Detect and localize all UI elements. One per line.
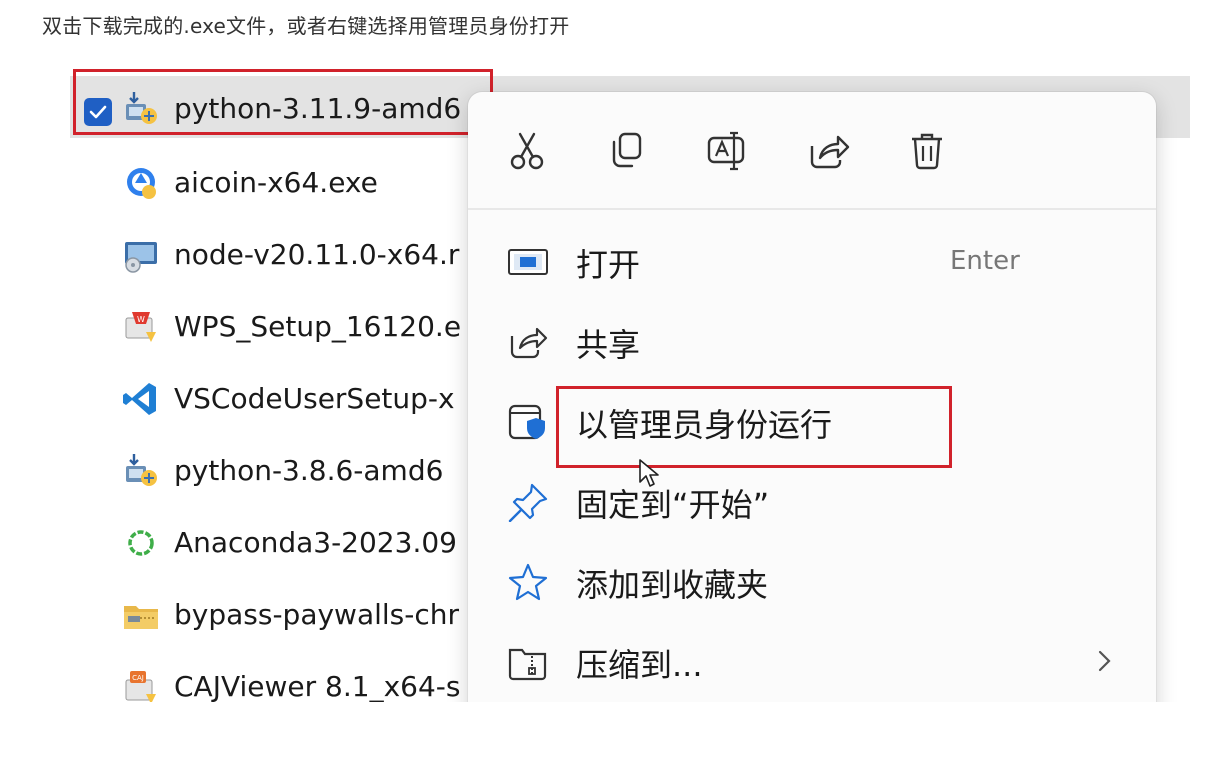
menu-item-pin-to-start[interactable]: 固定到“开始” bbox=[468, 462, 1156, 542]
share-icon[interactable] bbox=[804, 128, 850, 174]
selected-file-highlight-box bbox=[73, 69, 493, 135]
file-row-node[interactable]: node-v20.11.0-x64.r bbox=[70, 224, 480, 284]
menu-item-open[interactable]: 打开 Enter bbox=[468, 222, 1156, 302]
archive-icon bbox=[122, 596, 160, 634]
menu-item-share[interactable]: 共享 bbox=[468, 302, 1156, 382]
menu-item-label: 打开 bbox=[576, 246, 641, 284]
file-row-bypass-paywalls[interactable]: bypass-paywalls-chr bbox=[70, 584, 480, 644]
menu-item-label: 添加到收藏夹 bbox=[576, 566, 769, 604]
file-row-aicoin[interactable]: aicoin-x64.exe bbox=[70, 152, 480, 212]
file-name: node-v20.11.0-x64.r bbox=[174, 238, 460, 271]
menu-item-label: 固定到“开始” bbox=[576, 486, 770, 524]
file-list: python-3.11.9-amd6 aicoin-x64.exe node-v… bbox=[70, 66, 480, 702]
file-name: aicoin-x64.exe bbox=[174, 166, 378, 199]
menu-item-shortcut: Enter bbox=[950, 246, 1020, 276]
copy-icon[interactable] bbox=[604, 128, 650, 174]
rename-icon[interactable] bbox=[704, 128, 750, 174]
star-icon bbox=[506, 562, 550, 602]
explorer-screenshot: python-3.11.9-amd6 aicoin-x64.exe node-v… bbox=[70, 66, 1190, 702]
menu-item-label: 共享 bbox=[576, 326, 641, 364]
menu-item-add-to-favorites[interactable]: 添加到收藏夹 bbox=[468, 542, 1156, 622]
svg-text:CAJ: CAJ bbox=[132, 674, 144, 682]
svg-text:W: W bbox=[137, 315, 145, 324]
mouse-cursor-icon bbox=[638, 458, 660, 488]
aicoin-icon bbox=[122, 164, 160, 202]
file-row-vscode[interactable]: VSCodeUserSetup-x bbox=[70, 368, 480, 428]
delete-icon[interactable] bbox=[904, 128, 950, 174]
file-name: WPS_Setup_16120.e bbox=[174, 310, 462, 343]
instruction-caption: 双击下载完成的.exe文件，或者右键选择用管理员身份打开 bbox=[42, 14, 570, 38]
file-row-python-3-8-6[interactable]: python-3.8.6-amd6 bbox=[70, 440, 480, 500]
anaconda-icon bbox=[122, 524, 160, 562]
vscode-icon bbox=[122, 380, 160, 418]
menu-item-label: 压缩到... bbox=[576, 646, 703, 684]
run-as-admin-highlight-box bbox=[556, 386, 952, 468]
admin-shield-icon bbox=[506, 402, 550, 442]
menu-item-compress-to[interactable]: 压缩到... bbox=[468, 622, 1156, 702]
cajviewer-icon: CAJ bbox=[122, 668, 160, 702]
file-name: Anaconda3-2023.09 bbox=[174, 526, 457, 559]
wps-icon: W bbox=[122, 308, 160, 346]
node-installer-icon bbox=[122, 236, 160, 274]
file-name: VSCodeUserSetup-x bbox=[174, 382, 455, 415]
pin-icon bbox=[506, 482, 550, 523]
context-menu-toolbar bbox=[468, 92, 1156, 210]
context-menu: 打开 Enter 共享 以管理员身份运行 固定到“开始” 添加到收藏夹 压缩到.… bbox=[468, 92, 1156, 702]
file-row-cajviewer[interactable]: CAJ CAJViewer 8.1_x64-s bbox=[70, 656, 480, 702]
chevron-right-icon bbox=[1094, 646, 1116, 676]
file-name: python-3.8.6-amd6 bbox=[174, 454, 444, 487]
cut-icon[interactable] bbox=[504, 128, 550, 174]
file-name: CAJViewer 8.1_x64-s bbox=[174, 670, 461, 702]
file-row-anaconda[interactable]: Anaconda3-2023.09 bbox=[70, 512, 480, 572]
file-row-wps[interactable]: W WPS_Setup_16120.e bbox=[70, 296, 480, 356]
open-icon bbox=[506, 242, 550, 282]
share-icon bbox=[506, 322, 550, 362]
python-installer-icon bbox=[122, 452, 160, 490]
file-name: bypass-paywalls-chr bbox=[174, 598, 460, 631]
zip-folder-icon bbox=[506, 642, 550, 682]
